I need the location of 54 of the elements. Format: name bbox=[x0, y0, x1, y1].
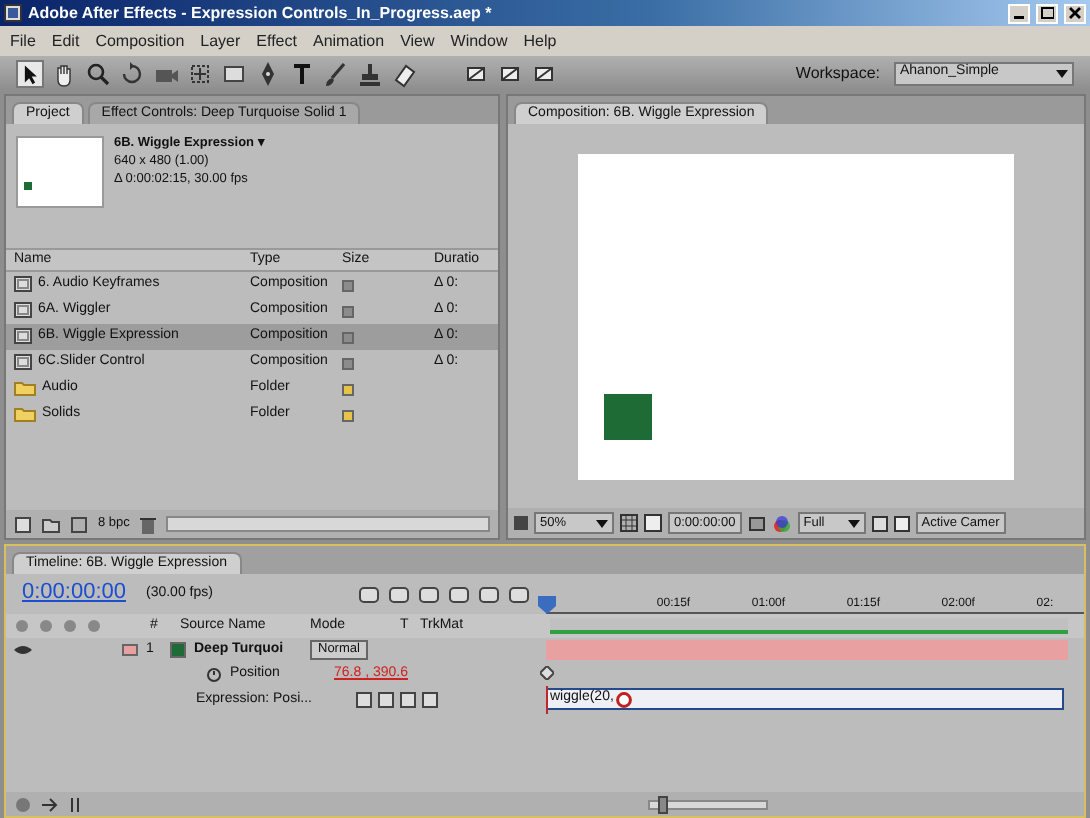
label-color-swatch[interactable] bbox=[342, 305, 354, 317]
mask-view-icon[interactable] bbox=[644, 514, 662, 532]
keyframe-icon[interactable] bbox=[540, 666, 554, 680]
pan-behind-icon[interactable] bbox=[186, 59, 214, 87]
slider-thumb[interactable] bbox=[657, 795, 668, 813]
collapse-icon[interactable] bbox=[66, 795, 84, 813]
caret-icon bbox=[847, 517, 860, 529]
grid-icon[interactable] bbox=[620, 514, 638, 532]
maximize-button[interactable] bbox=[1036, 3, 1058, 23]
menu-item[interactable]: Composition bbox=[95, 31, 185, 51]
solid-layer-preview bbox=[24, 182, 32, 190]
current-time[interactable]: 0:00:00:00 bbox=[6, 580, 146, 608]
eye-icon[interactable] bbox=[14, 644, 32, 656]
caret-icon bbox=[596, 517, 608, 529]
workspace-label: Workspace: bbox=[795, 63, 880, 83]
app-icon bbox=[4, 4, 22, 22]
cursor-icon bbox=[615, 691, 632, 707]
horizontal-scrollbar[interactable] bbox=[165, 516, 490, 532]
rotate-tool-icon[interactable] bbox=[118, 59, 146, 87]
clone-stamp-icon[interactable] bbox=[356, 59, 384, 87]
label-color-swatch[interactable] bbox=[342, 383, 354, 395]
stopwatch-icon[interactable] bbox=[206, 666, 222, 682]
expand-icon[interactable] bbox=[40, 795, 58, 813]
selection-tool-icon[interactable] bbox=[16, 59, 44, 87]
solid-layer bbox=[604, 394, 653, 441]
type-tool-icon[interactable] bbox=[288, 59, 316, 87]
menu-item[interactable]: Window bbox=[450, 31, 508, 51]
menu-item[interactable]: Effect bbox=[256, 31, 297, 51]
menu-item[interactable]: View bbox=[400, 31, 435, 51]
maximize-icon bbox=[1040, 6, 1054, 20]
menu-item[interactable]: Layer bbox=[200, 31, 241, 51]
menu-item[interactable]: Animation bbox=[312, 31, 385, 51]
menu-item[interactable]: Edit bbox=[51, 31, 80, 51]
channel-icon[interactable] bbox=[771, 513, 792, 533]
new-folder-icon[interactable] bbox=[42, 515, 60, 533]
label-color-swatch[interactable] bbox=[342, 279, 354, 291]
label-color-swatch[interactable] bbox=[342, 409, 354, 421]
brush-tool-icon[interactable] bbox=[322, 59, 350, 87]
menu-item[interactable]: Help bbox=[523, 31, 557, 51]
window-title: Adobe After Effects - Expression Controls_In_Progress.aep * bbox=[28, 3, 494, 23]
search-icon[interactable] bbox=[84, 59, 112, 87]
label-color-swatch[interactable] bbox=[342, 357, 354, 369]
menu-item[interactable]: File bbox=[10, 31, 36, 51]
folder-icon bbox=[14, 406, 36, 423]
minimize-button[interactable] bbox=[1008, 3, 1030, 23]
eraser-icon[interactable] bbox=[390, 59, 418, 87]
close-icon bbox=[1068, 6, 1082, 20]
label-color-swatch[interactable] bbox=[122, 644, 138, 656]
label-color-swatch[interactable] bbox=[342, 331, 354, 343]
trash-icon[interactable] bbox=[139, 515, 156, 533]
folder-icon bbox=[14, 380, 36, 397]
close-button[interactable] bbox=[1064, 3, 1086, 23]
caret-icon bbox=[1056, 67, 1068, 79]
zoom-slider[interactable] bbox=[648, 799, 768, 809]
